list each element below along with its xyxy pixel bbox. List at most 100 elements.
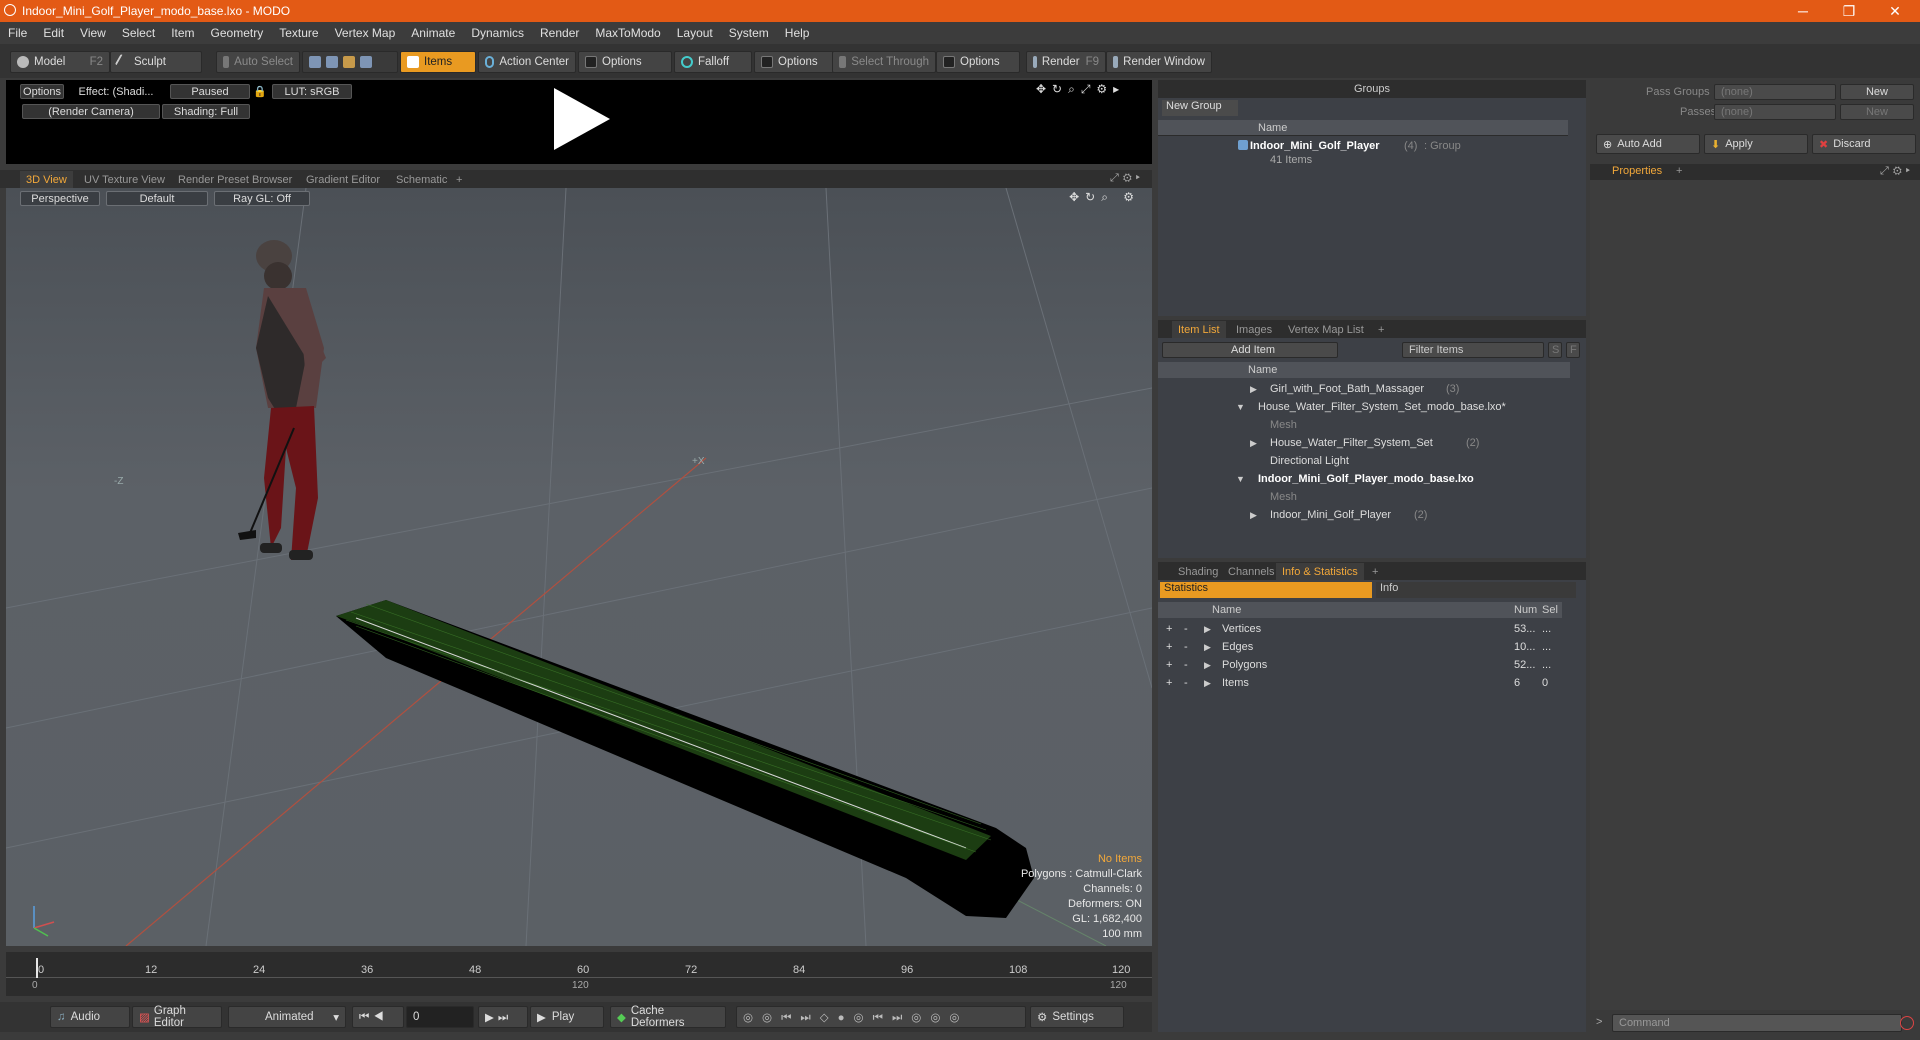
- cache-deformers-button[interactable]: ◆ Cache Deformers: [610, 1005, 726, 1029]
- play-icon[interactable]: [546, 84, 616, 154]
- 3d-viewport[interactable]: -Z +X Perspective Default Ray GL: Off ✥↻…: [6, 188, 1152, 946]
- minimize-button[interactable]: ─: [1780, 0, 1826, 22]
- shading-dropdown[interactable]: Shading: Full: [162, 104, 250, 119]
- info-tab[interactable]: Info: [1376, 582, 1576, 598]
- close-button[interactable]: ✕: [1872, 0, 1918, 22]
- add-tab-button[interactable]: +: [1366, 563, 1384, 580]
- render-button[interactable]: Render F9: [1026, 51, 1106, 73]
- properties-controls[interactable]: ⤢⚙▸: [1880, 165, 1914, 178]
- key-tools[interactable]: ◎◎⏮⏭◇●◎⏮⏭◎◎◎: [736, 1006, 1026, 1028]
- list-item[interactable]: Mesh: [1158, 488, 1586, 506]
- tab-vertex-map-list[interactable]: Vertex Map List: [1282, 321, 1370, 338]
- menu-animate[interactable]: Animate: [403, 26, 463, 40]
- apply-button[interactable]: ⬇ Apply: [1704, 134, 1808, 154]
- select-through-button[interactable]: Select Through: [832, 51, 936, 73]
- vertices-mode-icon[interactable]: [309, 56, 321, 68]
- add-tab-button[interactable]: +: [1372, 321, 1390, 338]
- table-row[interactable]: + - ▶ Polygons 52......: [1158, 656, 1586, 674]
- menu-system[interactable]: System: [721, 26, 777, 40]
- menu-render[interactable]: Render: [532, 26, 587, 40]
- filter-s-button[interactable]: S: [1548, 342, 1562, 358]
- tab-channels[interactable]: Channels: [1222, 563, 1280, 580]
- tab-properties[interactable]: Properties: [1612, 165, 1662, 177]
- animated-dropdown[interactable]: Animated ▾: [228, 1006, 346, 1028]
- list-item[interactable]: Directional Light: [1158, 452, 1586, 470]
- statistics-tab[interactable]: Statistics: [1160, 582, 1372, 598]
- skip-back-buttons[interactable]: ⏮◀: [352, 1006, 404, 1028]
- table-row[interactable]: + - ▶ Items 6 0: [1158, 674, 1586, 692]
- table-row[interactable]: + - ▶ Vertices 53......: [1158, 620, 1586, 638]
- perspective-dropdown[interactable]: Perspective: [20, 191, 100, 206]
- edges-mode-icon[interactable]: [326, 56, 338, 68]
- model-button[interactable]: Model F2: [10, 51, 110, 73]
- auto-add-button[interactable]: ⊕ Auto Add: [1596, 134, 1700, 154]
- list-item[interactable]: ▼ House_Water_Filter_System_Set_modo_base…: [1158, 398, 1586, 416]
- menu-maxtomodo[interactable]: MaxToModo: [587, 26, 668, 40]
- menu-geometry[interactable]: Geometry: [203, 26, 272, 40]
- new-pass-group-button[interactable]: New: [1840, 84, 1914, 100]
- list-item[interactable]: ▶ Indoor_Mini_Golf_Player (2): [1158, 506, 1586, 524]
- add-tab-button[interactable]: +: [450, 171, 468, 188]
- passes-dropdown[interactable]: (none): [1714, 104, 1836, 120]
- falloff-options-button[interactable]: Options: [754, 51, 834, 73]
- select-through-options-button[interactable]: Options: [936, 51, 1020, 73]
- groups-row-name[interactable]: Indoor_Mini_Golf_Player: [1250, 140, 1380, 152]
- auto-select-button[interactable]: Auto Select: [216, 51, 300, 73]
- sculpt-button[interactable]: Sculpt: [110, 51, 202, 73]
- maximize-button[interactable]: ❐: [1826, 0, 1872, 22]
- menu-view[interactable]: View: [72, 26, 114, 40]
- discard-button[interactable]: ✖ Discard: [1812, 134, 1916, 154]
- pass-groups-dropdown[interactable]: (none): [1714, 84, 1836, 100]
- menu-vertex-map[interactable]: Vertex Map: [327, 26, 404, 40]
- play-button[interactable]: ▶ Play: [530, 1006, 604, 1028]
- tab-3d-view[interactable]: 3D View: [20, 171, 73, 188]
- preview-view-controls[interactable]: ✥↻⌕⤢⚙▸: [1036, 82, 1125, 97]
- menu-layout[interactable]: Layout: [669, 26, 721, 40]
- tab-uv-texture-view[interactable]: UV Texture View: [78, 171, 171, 188]
- add-tab-button[interactable]: +: [1676, 165, 1682, 177]
- record-icon[interactable]: [1900, 1016, 1914, 1030]
- menu-edit[interactable]: Edit: [35, 26, 72, 40]
- tab-item-list[interactable]: Item List: [1172, 321, 1226, 338]
- filter-f-button[interactable]: F: [1566, 342, 1580, 358]
- tab-images[interactable]: Images: [1230, 321, 1278, 338]
- menu-help[interactable]: Help: [777, 26, 818, 40]
- list-item[interactable]: Mesh: [1158, 416, 1586, 434]
- list-item[interactable]: ▶ Girl_with_Foot_Bath_Massager (3): [1158, 380, 1586, 398]
- lock-icon[interactable]: 🔒: [253, 84, 267, 99]
- paused-button[interactable]: Paused: [170, 84, 250, 99]
- viewport-nav-controls[interactable]: ✥↻⌕ ⚙: [1069, 190, 1140, 205]
- default-dropdown[interactable]: Default: [106, 191, 208, 206]
- materials-mode-icon[interactable]: [360, 56, 372, 68]
- action-center-options-button[interactable]: Options: [578, 51, 672, 73]
- table-row[interactable]: + - ▶ Edges 10......: [1158, 638, 1586, 656]
- command-input[interactable]: Command: [1612, 1014, 1902, 1032]
- tab-schematic[interactable]: Schematic: [390, 171, 453, 188]
- lut-dropdown[interactable]: LUT: sRGB: [272, 84, 352, 99]
- effect-dropdown[interactable]: Effect: (Shadi...: [68, 84, 164, 99]
- menu-file[interactable]: File: [0, 26, 35, 40]
- items-mode-button[interactable]: Items: [400, 51, 476, 73]
- new-pass-button[interactable]: New: [1840, 104, 1914, 120]
- preview-options-button[interactable]: Options: [20, 84, 64, 99]
- new-group-button[interactable]: New Group: [1162, 100, 1238, 116]
- raygl-dropdown[interactable]: Ray GL: Off: [214, 191, 310, 206]
- skip-forward-buttons[interactable]: ▶⏭: [478, 1006, 528, 1028]
- menu-select[interactable]: Select: [114, 26, 163, 40]
- add-item-dropdown[interactable]: Add Item: [1162, 342, 1338, 358]
- tab-gradient-editor[interactable]: Gradient Editor: [300, 171, 386, 188]
- list-item[interactable]: ▶ House_Water_Filter_System_Set (2): [1158, 434, 1586, 452]
- list-item[interactable]: ▼ Indoor_Mini_Golf_Player_modo_base.lxo: [1158, 470, 1586, 488]
- settings-button[interactable]: ⚙ Settings: [1030, 1006, 1124, 1028]
- tab-controls[interactable]: ⤢⚙▸: [1110, 172, 1144, 185]
- action-center-button[interactable]: Action Center: [478, 51, 576, 73]
- tab-info-statistics[interactable]: Info & Statistics: [1276, 563, 1364, 580]
- graph-editor-button[interactable]: ▨ Graph Editor: [132, 1005, 222, 1029]
- camera-dropdown[interactable]: (Render Camera): [22, 104, 160, 119]
- menu-item[interactable]: Item: [163, 26, 202, 40]
- tab-render-preset-browser[interactable]: Render Preset Browser: [172, 171, 298, 188]
- polygons-mode-icon[interactable]: [343, 56, 355, 68]
- menu-texture[interactable]: Texture: [271, 26, 326, 40]
- tab-shading[interactable]: Shading: [1172, 563, 1224, 580]
- falloff-button[interactable]: Falloff: [674, 51, 752, 73]
